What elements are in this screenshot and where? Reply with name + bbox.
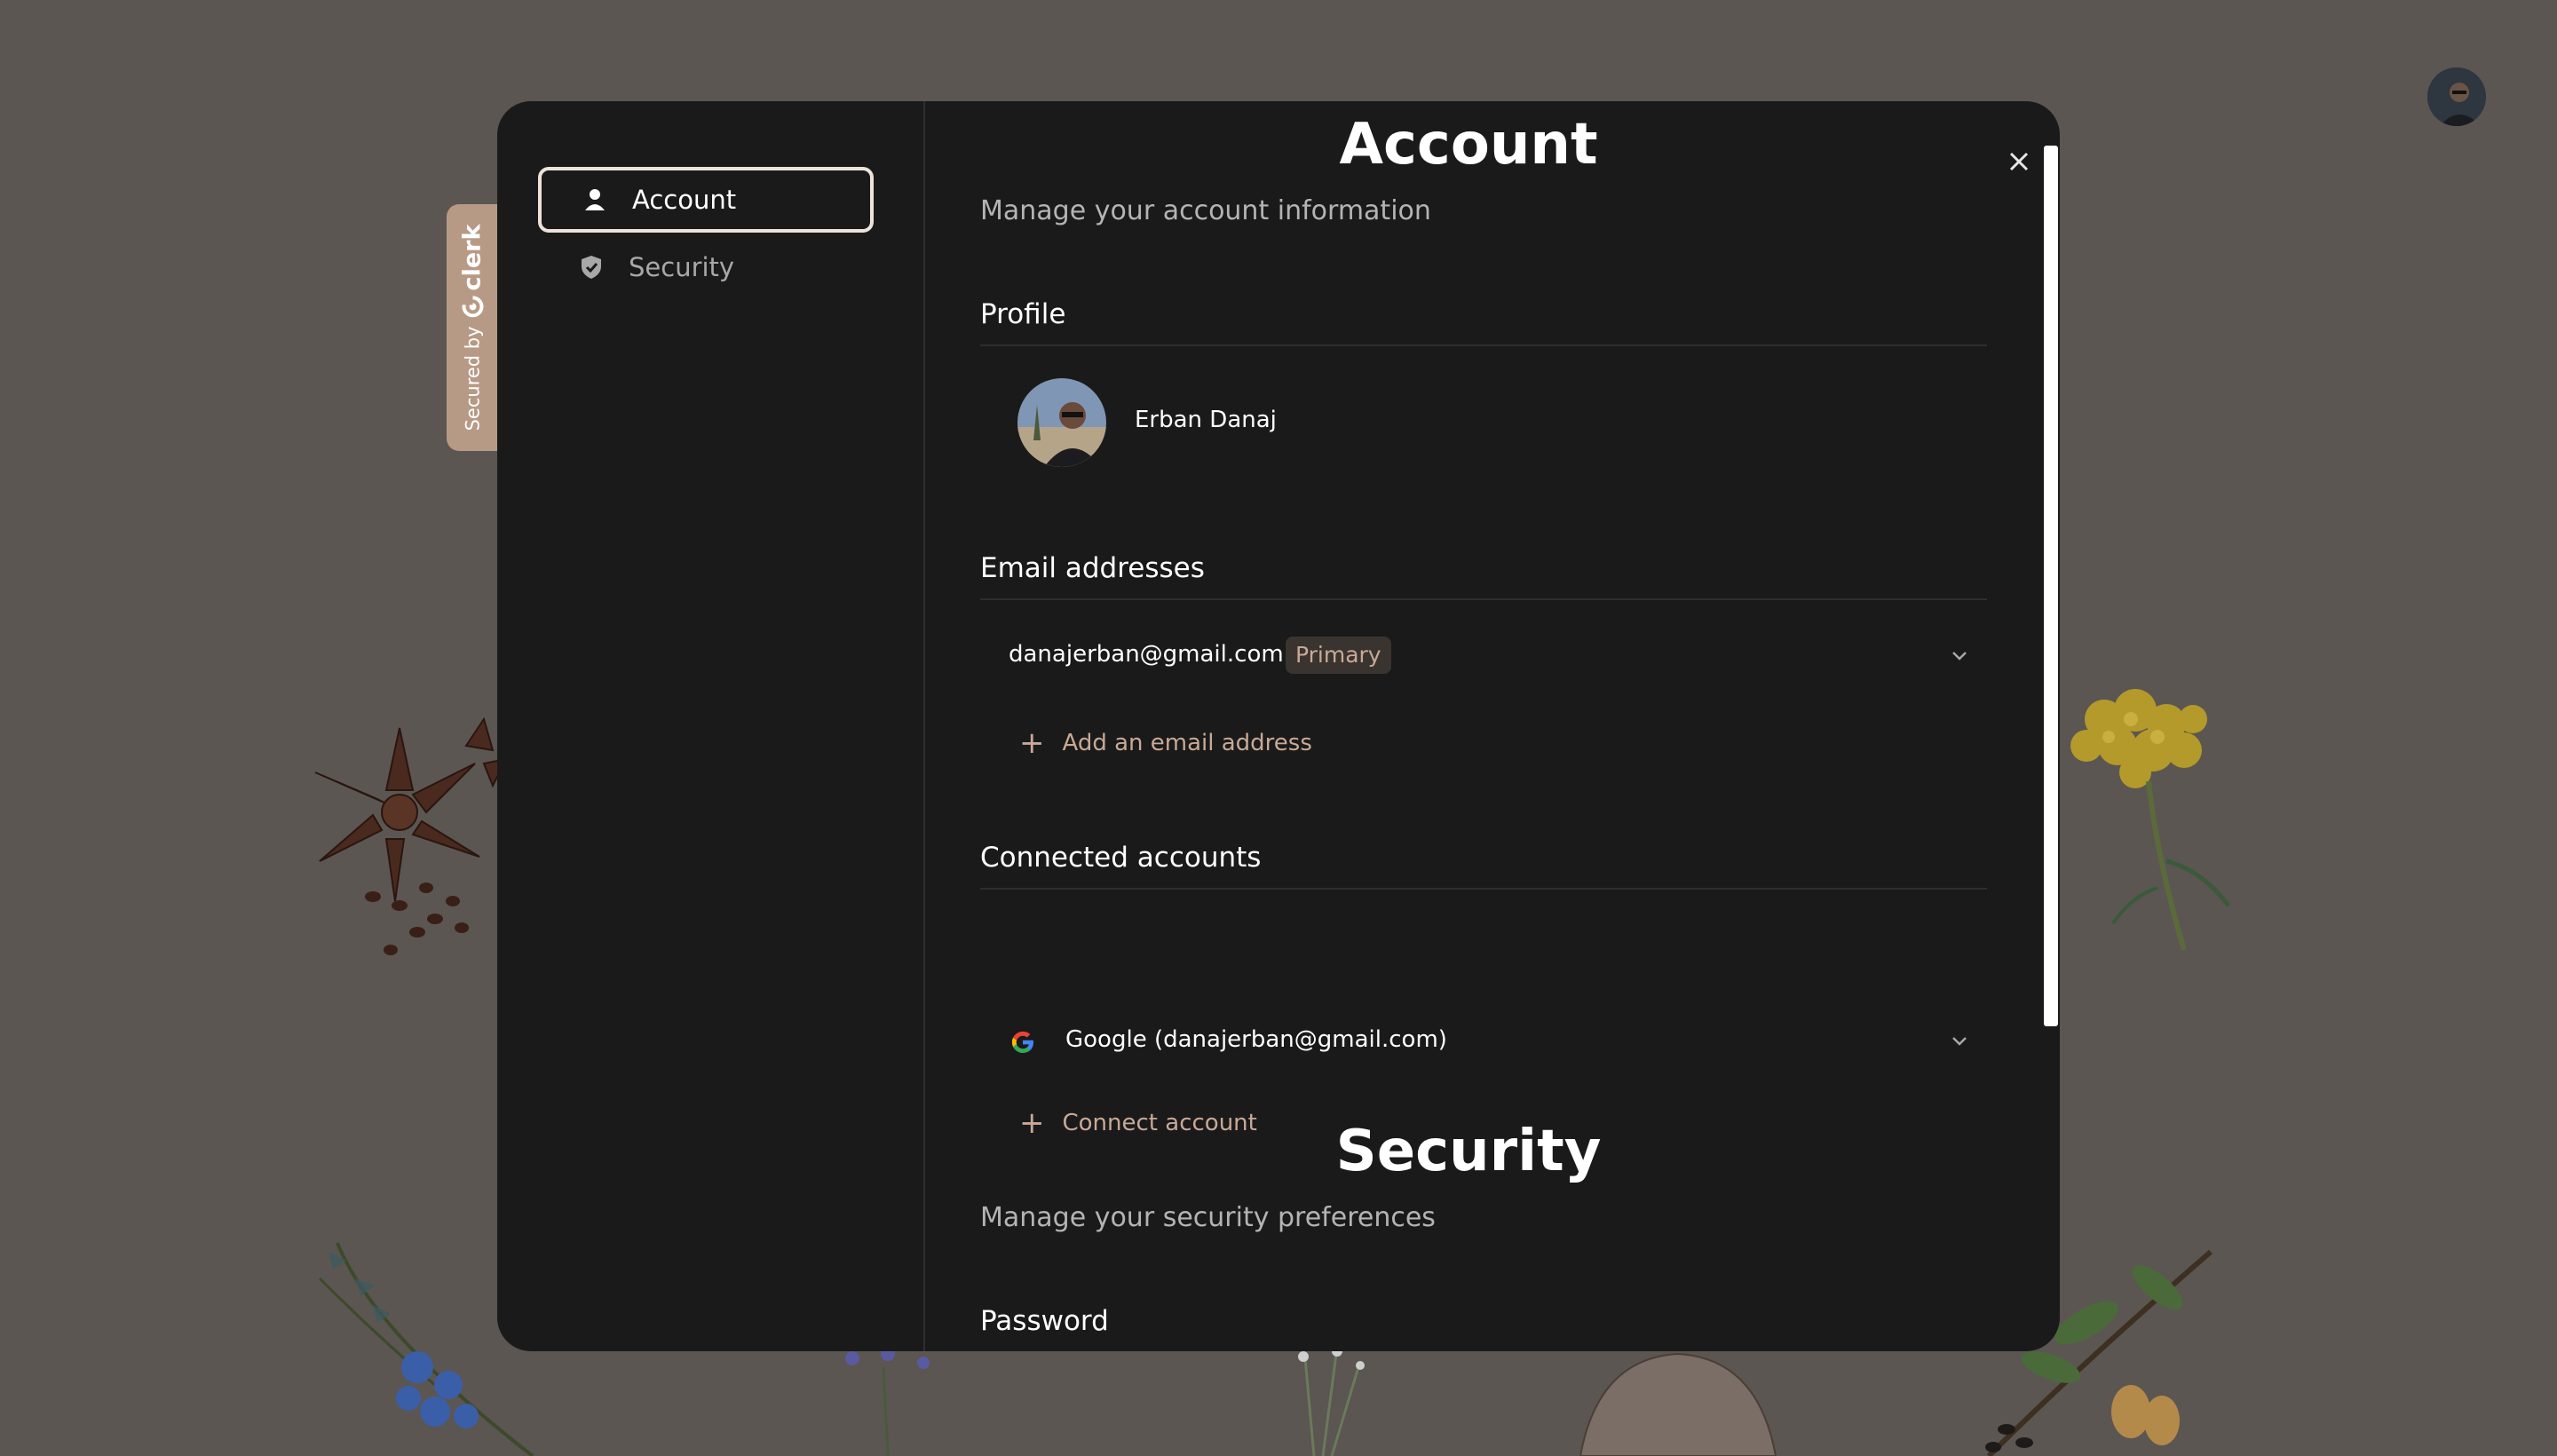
sidebar-item-account[interactable]: Account: [538, 167, 874, 233]
account-page-subtitle: Manage your account information: [980, 195, 1431, 226]
profile-avatar: [1017, 378, 1106, 467]
yarrow-flower-illustration: [2070, 689, 2230, 951]
shield-icon: [574, 249, 609, 285]
star-anise-illustration: [314, 716, 506, 955]
user-profile-modal: Account Security Account Manage your acc…: [497, 101, 2060, 1351]
security-page-title: Security: [1335, 1119, 1602, 1184]
add-email-label: Add an email address: [1062, 730, 1312, 756]
google-account-label: Google (danajerban@gmail.com): [1065, 1026, 1447, 1053]
add-email-button[interactable]: + Add an email address: [1019, 721, 1312, 765]
section-divider: [980, 344, 1987, 346]
user-photo-icon: [2427, 67, 2486, 126]
email-section-title: Email addresses: [980, 552, 1205, 584]
email-row[interactable]: danajerban@gmail.com Primary: [980, 625, 1987, 687]
section-divider: [980, 888, 1987, 890]
small-flowers-illustration: [845, 1347, 930, 1456]
section-divider: [980, 598, 1987, 600]
primary-badge: Primary: [1286, 637, 1391, 674]
clerk-logo: clerk: [459, 225, 487, 318]
chevron-down-icon[interactable]: [1948, 1030, 1971, 1053]
profile-sidebar: Account Security: [497, 101, 925, 1351]
password-section-title: Password: [980, 1305, 1109, 1337]
profile-name: Erban Danaj: [1135, 407, 1277, 433]
scrollbar[interactable]: [2044, 146, 2058, 1026]
connected-accounts-section-title: Connected accounts: [980, 842, 1262, 874]
google-icon: [1011, 1031, 1033, 1053]
secured-by-clerk-badge[interactable]: Secured by clerk: [447, 204, 498, 451]
profile-section-title: Profile: [980, 298, 1066, 330]
security-page-subtitle: Manage your security preferences: [980, 1202, 1436, 1233]
clerk-icon: [462, 296, 483, 318]
clerk-brand-text: clerk: [458, 224, 487, 291]
plus-icon: +: [1019, 725, 1045, 761]
sidebar-item-security[interactable]: Security: [538, 234, 874, 300]
connected-account-row[interactable]: Google (danajerban@gmail.com): [980, 1010, 1987, 1072]
account-page-title: Account: [1339, 112, 1598, 178]
profile-photo-icon: [1017, 378, 1106, 467]
chevron-down-icon[interactable]: [1948, 645, 1971, 668]
user-icon: [577, 182, 613, 218]
secured-by-label: Secured by: [462, 326, 483, 431]
dried-leaf-illustration: [1579, 1352, 1777, 1456]
user-avatar-button[interactable]: [2427, 67, 2486, 126]
profile-content: Account Manage your account information …: [925, 101, 2060, 1351]
email-address: danajerban@gmail.com: [1009, 641, 1284, 668]
sidebar-item-label: Account: [632, 185, 737, 215]
close-icon: [2009, 152, 2029, 171]
sidebar-item-label: Security: [629, 252, 735, 282]
close-button[interactable]: [1996, 138, 2042, 185]
onion-plant-illustration: [1298, 1346, 1365, 1456]
